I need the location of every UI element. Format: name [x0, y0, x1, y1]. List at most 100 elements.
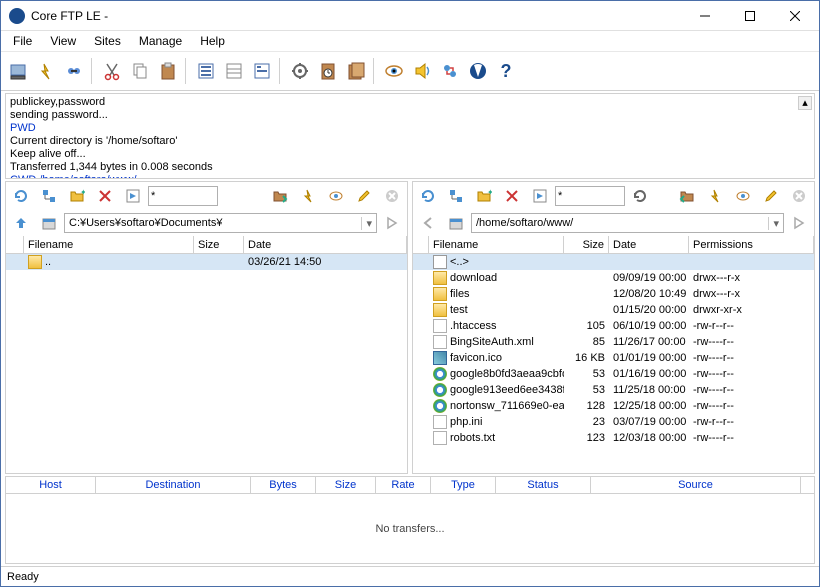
menu-sites[interactable]: Sites	[86, 32, 129, 50]
select-all-button[interactable]	[193, 58, 219, 84]
list-item[interactable]: google913eed6ee3438f8f.html 53 11/25/18 …	[413, 382, 814, 398]
copy-button[interactable]	[127, 58, 153, 84]
close-button[interactable]	[772, 2, 817, 30]
local-filter-input[interactable]	[148, 186, 218, 206]
transfer-col-bytes[interactable]: Bytes	[251, 477, 316, 493]
transfer-col-status[interactable]: Status	[496, 477, 591, 493]
maximize-button[interactable]	[727, 2, 772, 30]
col-size[interactable]: Size	[564, 236, 609, 253]
local-go-button[interactable]	[379, 210, 405, 236]
remote-view-button[interactable]	[730, 183, 756, 209]
list-item[interactable]: .. 03/26/21 14:50	[6, 254, 407, 270]
remote-newfolder-button[interactable]: ✦	[471, 183, 497, 209]
col-permissions[interactable]: Permissions	[689, 236, 814, 253]
remote-refresh-button[interactable]	[415, 183, 441, 209]
col-filename[interactable]: Filename	[24, 236, 194, 253]
local-toolbar: ✦	[6, 182, 407, 210]
local-refresh-button[interactable]	[8, 183, 34, 209]
paste-button[interactable]	[155, 58, 181, 84]
remote-edit-button[interactable]	[758, 183, 784, 209]
remote-filter-input[interactable]	[555, 186, 625, 206]
local-newfolder-button[interactable]: ✦	[64, 183, 90, 209]
sound-button[interactable]	[409, 58, 435, 84]
list-item[interactable]: google8b0fd3aeaa9cbfdf.html 53 01/16/19 …	[413, 366, 814, 382]
local-delete-button[interactable]	[92, 183, 118, 209]
menu-manage[interactable]: Manage	[131, 32, 190, 50]
remote-reload-button[interactable]	[627, 183, 653, 209]
list-item[interactable]: files 12/08/20 10:49 drwx---r-x	[413, 286, 814, 302]
remote-back-button[interactable]	[415, 210, 441, 236]
list-item[interactable]: BingSiteAuth.xml 85 11/26/17 00:00 -rw--…	[413, 334, 814, 350]
remote-lightning-button[interactable]	[702, 183, 728, 209]
menu-help[interactable]: Help	[192, 32, 233, 50]
list-item[interactable]: <..>	[413, 254, 814, 270]
refresh-all-button[interactable]	[249, 58, 275, 84]
col-size[interactable]: Size	[194, 236, 244, 253]
log-pane[interactable]: ▴ publickey,passwordsending password...P…	[5, 93, 815, 179]
remote-stop-button[interactable]	[786, 183, 812, 209]
reconnect-button[interactable]	[61, 58, 87, 84]
list-item[interactable]: robots.txt 123 12/03/18 00:00 -rw----r--	[413, 430, 814, 446]
remote-up-button[interactable]	[443, 210, 469, 236]
remote-delete-button[interactable]	[499, 183, 525, 209]
app-icon	[9, 8, 25, 24]
list-item[interactable]: favicon.ico 16 KB 01/01/19 00:00 -rw----…	[413, 350, 814, 366]
local-drive-button[interactable]	[36, 210, 62, 236]
local-path-input[interactable]: C:¥Users¥softaro¥Documents¥▾	[64, 213, 377, 233]
list-item[interactable]: test 01/15/20 00:00 drwxr-xr-x	[413, 302, 814, 318]
settings-button[interactable]	[287, 58, 313, 84]
log-line: publickey,password	[10, 96, 810, 109]
transfer-queue[interactable]: No transfers...	[5, 494, 815, 564]
about-button[interactable]	[465, 58, 491, 84]
list-item[interactable]: nortonsw_711669e0-ea3f-0.html 128 12/25/…	[413, 398, 814, 414]
remote-tree-button[interactable]	[443, 183, 469, 209]
transfer-col-rate[interactable]: Rate	[376, 477, 431, 493]
transfer-col-host[interactable]: Host	[6, 477, 96, 493]
dropdown-icon[interactable]: ▾	[361, 217, 372, 230]
mode-button[interactable]	[221, 58, 247, 84]
queue-button[interactable]	[343, 58, 369, 84]
svg-text:✦: ✦	[487, 188, 492, 197]
menubar: FileViewSitesManageHelp	[1, 31, 819, 51]
site-manager-button[interactable]	[5, 58, 31, 84]
col-filename[interactable]: Filename	[429, 236, 564, 253]
transfer-col-source[interactable]: Source	[591, 477, 801, 493]
local-filelist[interactable]: Filename Size Date .. 03/26/21 14:50	[6, 236, 407, 473]
minimize-button[interactable]	[682, 2, 727, 30]
menu-view[interactable]: View	[42, 32, 84, 50]
view-button[interactable]	[381, 58, 407, 84]
help-button[interactable]: ?	[493, 58, 519, 84]
local-pathbar: C:¥Users¥softaro¥Documents¥▾	[6, 210, 407, 236]
local-edit-button[interactable]	[351, 183, 377, 209]
cut-button[interactable]	[99, 58, 125, 84]
log-line: PWD	[10, 122, 810, 135]
dropdown-icon[interactable]: ▾	[768, 217, 779, 230]
list-item[interactable]: php.ini 23 03/07/19 00:00 -rw-r--r--	[413, 414, 814, 430]
transfer-col-destination[interactable]: Destination	[96, 477, 251, 493]
list-item[interactable]: download 09/09/19 00:00 drwx---r-x	[413, 270, 814, 286]
transfer-col-size[interactable]: Size	[316, 477, 376, 493]
local-stop-button[interactable]	[379, 183, 405, 209]
remote-permissions-button[interactable]	[527, 183, 553, 209]
local-lightning-button[interactable]	[295, 183, 321, 209]
transfer-col-type[interactable]: Type	[431, 477, 496, 493]
local-upload-button[interactable]	[267, 183, 293, 209]
list-item[interactable]: .htaccess 105 06/10/19 00:00 -rw-r--r--	[413, 318, 814, 334]
col-date[interactable]: Date	[609, 236, 689, 253]
menu-file[interactable]: File	[5, 32, 40, 50]
quick-connect-button[interactable]	[33, 58, 59, 84]
remote-download-button[interactable]	[674, 183, 700, 209]
remote-path-input[interactable]: /home/softaro/www/▾	[471, 213, 784, 233]
window-title: Core FTP LE -	[31, 9, 682, 23]
remote-filelist[interactable]: Filename Size Date Permissions <..> down…	[413, 236, 814, 473]
scroll-up-icon[interactable]: ▴	[798, 96, 812, 110]
local-tree-button[interactable]	[36, 183, 62, 209]
col-date[interactable]: Date	[244, 236, 407, 253]
sync-button[interactable]	[437, 58, 463, 84]
local-view-button[interactable]	[323, 183, 349, 209]
html-icon	[433, 367, 447, 381]
schedule-button[interactable]	[315, 58, 341, 84]
remote-go-button[interactable]	[786, 210, 812, 236]
local-execute-button[interactable]	[120, 183, 146, 209]
local-up-button[interactable]	[8, 210, 34, 236]
